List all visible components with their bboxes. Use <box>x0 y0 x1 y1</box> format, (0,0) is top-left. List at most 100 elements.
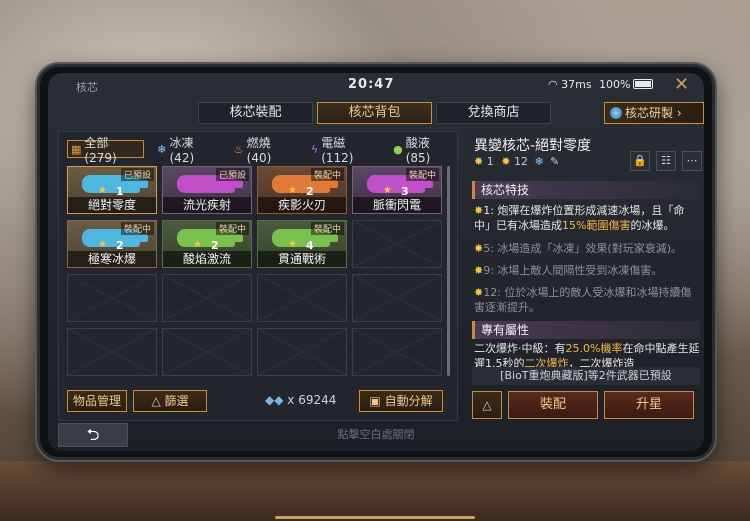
attr-highlight: 25.0%機率 <box>565 342 623 355</box>
snowflake-icon: ❄ <box>534 155 544 168</box>
more-icon[interactable]: ⋯ <box>682 151 702 171</box>
tab-exchange-shop[interactable]: 兌換商店 <box>436 102 551 124</box>
stat-value: 12 <box>513 155 528 168</box>
section-core-skill: 核芯特技 <box>472 181 700 199</box>
core-slot[interactable]: 裝配中 ★ 4 貫通戰術 <box>257 220 347 268</box>
star-icon: ✸ <box>474 204 484 217</box>
crystal-icon: ◆◆ <box>265 393 284 407</box>
status-bar: 核芯 20:47 ◠ 37ms 100% ✕ <box>48 73 704 97</box>
core-detail-stats: ✸ 1 ✸ 12 ❄ ✎ <box>474 155 559 168</box>
core-research-button[interactable]: 核芯研製 › <box>604 102 704 124</box>
core-name: 酸焰激流 <box>163 251 251 267</box>
detail-actions: 🔒 ☷ ⋯ <box>630 151 702 171</box>
clock: 20:47 <box>348 77 395 92</box>
skill-desc-2: ✸5: 冰場造成「冰凍」效果(對玩家衰減)。 <box>474 241 700 256</box>
phone-frame: 核芯 20:47 ◠ 37ms 100% ✕ 核芯裝配 核芯背包 兌換商店 核芯… <box>37 64 715 460</box>
star-icon: ✸ <box>474 155 484 168</box>
window-title: 核芯 <box>76 81 98 94</box>
star-icon: ✸ <box>474 286 484 299</box>
game-screen: 核芯 20:47 ◠ 37ms 100% ✕ 核芯裝配 核芯背包 兌換商店 核芯… <box>48 73 704 451</box>
empty-slot <box>352 328 442 376</box>
scrollbar[interactable] <box>447 166 450 376</box>
star-icon: ✸ <box>501 155 511 168</box>
status-badge: 裝配中 <box>310 168 344 181</box>
background-floor <box>0 461 750 521</box>
filter-bar: ▦ 全部(279) ❄ 冰凍(42) ♨ 燃燒(40) ϟ 電磁(112) ● <box>67 136 457 165</box>
filter-ice[interactable]: ❄ 冰凍(42) <box>154 136 221 165</box>
network-status: ◠ 37ms 100% <box>548 78 631 91</box>
star-icon: ★ <box>98 239 107 250</box>
core-name: 絕對零度 <box>68 197 156 213</box>
core-name: 貫通戰術 <box>258 251 346 267</box>
empty-slot <box>257 328 347 376</box>
status-badge: 裝配中 <box>405 168 439 181</box>
core-slot[interactable]: 裝配中 ★ 2 疾影火刃 <box>257 166 347 214</box>
tab-bar: 核芯裝配 核芯背包 兌換商店 <box>198 102 551 124</box>
equip-button[interactable]: 裝配 <box>508 391 598 419</box>
filter-button-label: 篩選 <box>164 394 189 408</box>
home-indicator[interactable] <box>275 516 475 519</box>
filter-fire[interactable]: ♨ 燃燒(40) <box>231 136 298 165</box>
inventory-actions: 物品管理 △ 篩選 ◆◆ x 69244 ▣ 自動分解 <box>67 390 449 412</box>
filter-label: 電磁(112) <box>321 135 354 165</box>
item-manage-button[interactable]: 物品管理 <box>67 390 127 412</box>
status-badge: 裝配中 <box>310 222 344 235</box>
filter-button[interactable]: △ 篩選 <box>133 390 207 412</box>
star-icon: ★ <box>288 239 297 250</box>
research-label: 核芯研製 <box>625 106 674 120</box>
filter-label: 冰凍(42) <box>169 135 195 165</box>
empty-slot <box>257 274 347 322</box>
core-slot[interactable]: 已預設 ★ 1 絕對零度 <box>67 166 157 214</box>
core-slot[interactable]: 裝配中 ★ 2 酸焰激流 <box>162 220 252 268</box>
star-icon: ✸ <box>474 264 484 277</box>
core-name: 流光疾射 <box>163 197 251 213</box>
skill-text: 的冰爆。 <box>630 219 675 232</box>
skill-desc-4: ✸12: 位於冰場上的敵人受冰爆和冰場持續傷害逐漸提升。 <box>474 285 700 315</box>
exclusive-attr-desc: 二次爆炸·中級：有25.0%機率在命中點產生延遲1.5秒的二次爆炸，二次爆炸造 <box>474 341 700 369</box>
core-detail-title: 異變核芯-絕對零度 <box>474 138 592 154</box>
acid-drop-icon: ● <box>393 142 403 156</box>
tab-core-assembly[interactable]: 核芯裝配 <box>198 102 313 124</box>
filter-acid[interactable]: ● 酸液(85) <box>390 136 457 165</box>
research-gem-icon <box>610 107 622 119</box>
star-icon: ✸ <box>474 242 484 255</box>
core-name: 脈衝閃電 <box>353 197 441 213</box>
star-icon: ★ <box>383 185 392 196</box>
status-badge: 已預設 <box>120 168 154 181</box>
empty-slot <box>67 274 157 322</box>
preset-notice: [BioT重炮典藏版]等2件武器已預設 <box>472 367 700 385</box>
core-slot[interactable]: 裝配中 ★ 3 脈衝閃電 <box>352 166 442 214</box>
filter-electric[interactable]: ϟ 電磁(112) <box>308 136 380 165</box>
core-name: 疾影火刃 <box>258 197 346 213</box>
close-icon[interactable]: ✕ <box>674 74 689 95</box>
flame-icon: ♨ <box>233 142 244 156</box>
core-grid: 已預設 ★ 1 絕對零度 已預設 流光疾射 裝配中 ★ 2 疾影火刃 裝配中 ★… <box>67 166 442 376</box>
status-badge: 裝配中 <box>120 222 154 235</box>
pen-icon: ✎ <box>550 155 560 168</box>
close-hint: 點擊空白處關閉 <box>337 428 415 441</box>
collapse-button[interactable]: △ <box>472 391 502 419</box>
currency-amount: x 69244 <box>287 393 337 407</box>
filter-all[interactable]: ▦ 全部(279) <box>67 136 145 165</box>
skill-text: 12: 位於冰場上的敵人受冰爆和冰場持續傷害逐漸提升。 <box>474 286 692 314</box>
auto-decompose-button[interactable]: ▣ 自動分解 <box>359 390 443 412</box>
upgrade-star-button[interactable]: 升星 <box>604 391 694 419</box>
tab-core-backpack[interactable]: 核芯背包 <box>317 102 432 124</box>
grid-icon: ▦ <box>71 142 82 156</box>
core-slot[interactable]: 已預設 流光疾射 <box>162 166 252 214</box>
empty-slot <box>352 274 442 322</box>
info-icon[interactable]: ☷ <box>656 151 676 171</box>
battery-percent: 100% <box>599 78 631 91</box>
triangle-icon: △ <box>151 394 161 408</box>
auto-decompose-label: 自動分解 <box>384 394 433 408</box>
snowflake-icon: ❄ <box>157 142 167 156</box>
status-badge: 已預設 <box>215 168 249 181</box>
skill-text: 5: 冰場造成「冰凍」效果(對玩家衰減)。 <box>483 242 683 255</box>
core-slot[interactable]: 裝配中 ★ 2 極寒冰爆 <box>67 220 157 268</box>
triangle-up-icon: △ <box>482 398 492 412</box>
empty-slot <box>352 220 442 268</box>
filter-label: 全部(279) <box>84 135 117 165</box>
battery-icon <box>633 79 653 89</box>
lock-icon[interactable]: 🔒 <box>630 151 650 171</box>
lightning-icon: ϟ <box>310 142 319 156</box>
